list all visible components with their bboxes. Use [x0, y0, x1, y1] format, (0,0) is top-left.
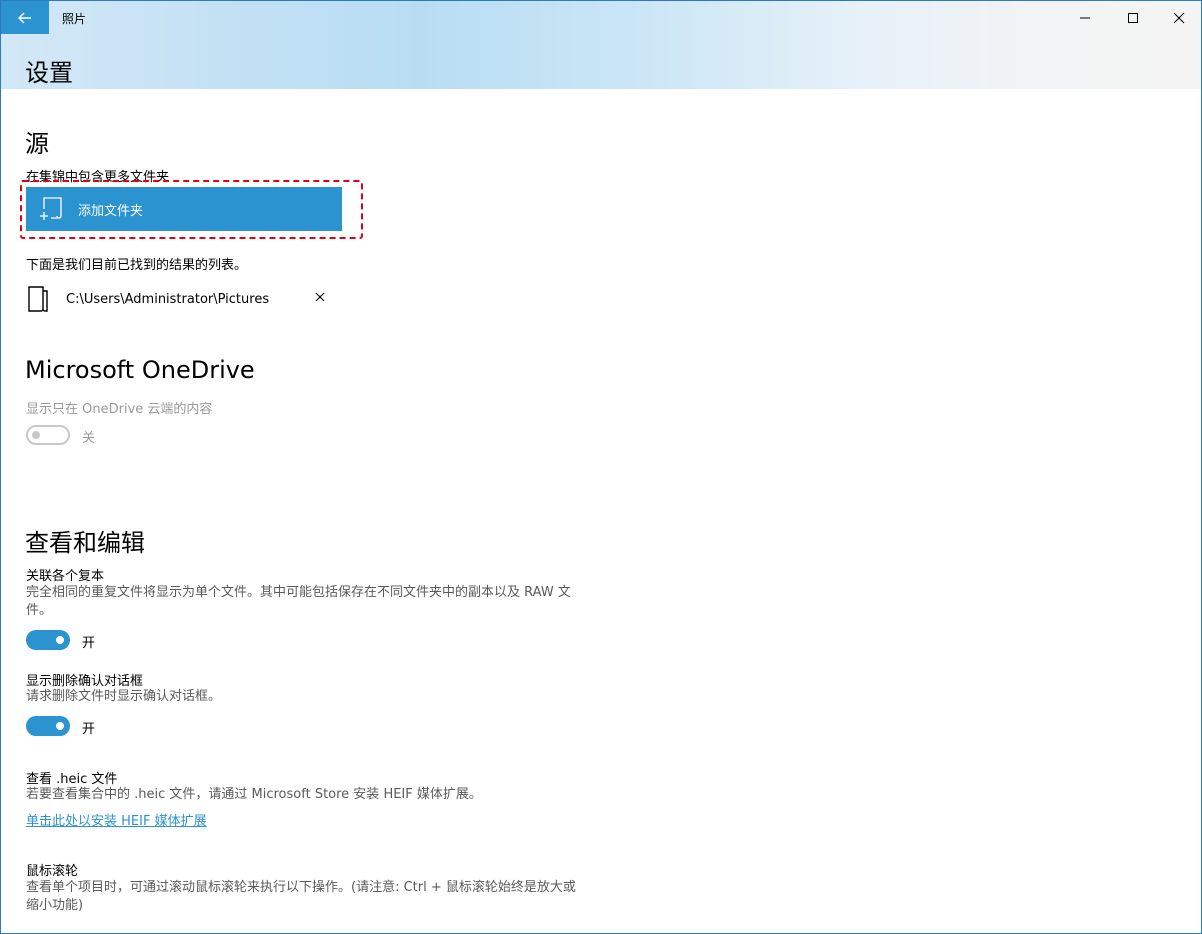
heic-description: 若要查看集合中的 .heic 文件，请通过 Microsoft Store 安装… [26, 787, 482, 802]
delete-confirm-state: 开 [82, 722, 96, 737]
view-edit-heading: 查看和编辑 [25, 529, 145, 557]
add-folder-label: 添加文件夹 [78, 203, 144, 219]
linked-duplicates-state: 开 [82, 636, 96, 651]
onedrive-heading: Microsoft OneDrive [25, 356, 255, 384]
folder-icon [28, 286, 48, 312]
add-folder-button[interactable]: 添加文件夹 [26, 187, 342, 231]
sources-heading: 源 [25, 130, 49, 158]
title-bar: 照片 设置 [1, 1, 1201, 89]
results-label: 下面是我们目前已找到的结果的列表。 [26, 258, 248, 273]
back-button[interactable] [1, 1, 49, 34]
minimize-icon [1080, 17, 1090, 18]
mouse-wheel-description: 查看单个项目时，可通过滚动鼠标滚轮来执行以下操作。(请注意: Ctrl + 鼠标… [26, 880, 576, 913]
delete-confirm-title: 显示删除确认对话框 [26, 674, 144, 689]
linked-duplicates-toggle[interactable] [26, 630, 70, 650]
settings-content: 源 在集锦中包含更多文件夹 添加文件夹 下面是我们目前已找到的结果的列表。 C:… [1, 89, 1201, 933]
arrow-left-icon [18, 12, 31, 23]
close-icon [1173, 12, 1185, 23]
maximize-button[interactable] [1110, 1, 1156, 34]
photos-settings-window: 照片 设置 源 在集锦中包含更多文件夹 添加文件夹 下面是我们目前已找到的结果的… [0, 0, 1202, 934]
page-title: 设置 [25, 59, 73, 87]
onedrive-toggle-state: 关 [82, 431, 96, 446]
onedrive-toggle[interactable] [26, 425, 70, 445]
folder-path: C:\Users\Administrator\Pictures [66, 292, 270, 307]
mouse-wheel-title: 鼠标滚轮 [26, 864, 79, 879]
onedrive-description: 显示只在 OneDrive 云端的内容 [26, 402, 213, 417]
install-heif-link[interactable]: 单击此处以安装 HEIF 媒体扩展 [26, 810, 207, 829]
remove-folder-icon[interactable] [312, 289, 328, 305]
add-folder-icon [38, 195, 66, 223]
delete-confirm-toggle[interactable] [26, 716, 70, 736]
delete-confirm-description: 请求删除文件时显示确认对话框。 [26, 689, 222, 704]
linked-duplicates-description: 完全相同的重复文件将显示为单个文件。其中可能包括保存在不同文件夹中的副本以及 R… [26, 585, 571, 618]
folder-item: C:\Users\Administrator\Pictures [26, 285, 336, 315]
minimize-button[interactable] [1062, 1, 1108, 34]
close-button[interactable] [1156, 1, 1201, 34]
linked-duplicates-title: 关联各个复本 [26, 569, 105, 584]
maximize-icon [1128, 12, 1138, 23]
heic-title: 查看 .heic 文件 [26, 772, 118, 787]
app-name: 照片 [62, 12, 87, 26]
